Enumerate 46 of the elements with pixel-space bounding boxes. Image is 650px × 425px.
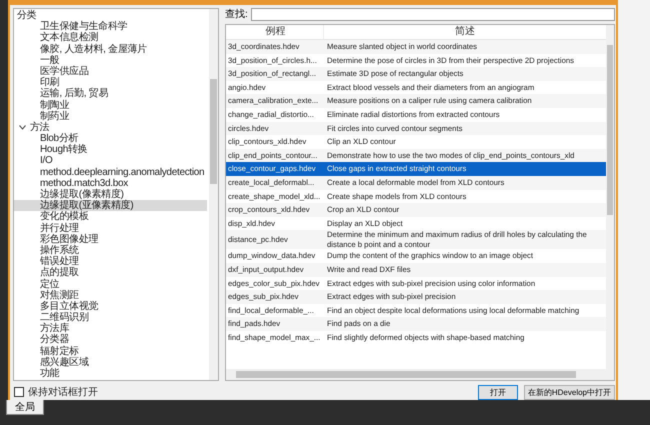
tree-item[interactable]: 对焦测距 [14,290,207,301]
tree-item[interactable]: 文本信息检测 [14,32,207,44]
chevron-icon[interactable] [19,124,26,131]
scrollbar[interactable] [606,25,614,369]
tree-item[interactable]: 卫生保健与生命科学 [14,21,207,32]
tab[interactable]: 全局 [6,400,44,415]
column-header[interactable]: 简述 [324,25,606,39]
search-field[interactable] [250,8,615,20]
tree-item[interactable]: Hough转换 [14,144,207,156]
tree-item[interactable]: 辐射定标 [14,346,207,357]
scrollbar[interactable] [226,369,614,380]
tree-item[interactable]: 制陶业 [14,100,207,111]
dialog-button[interactable]: 打开 [478,384,518,400]
tree-item[interactable]: method.deeplearning.anomalydetection [14,166,207,178]
tree-item[interactable]: method.match3d.box [14,178,207,189]
tree-item[interactable]: 多目立体视觉 [14,300,207,312]
tree-item[interactable]: 分类器 [14,334,207,346]
tree-item[interactable]: 错误处理 [14,256,207,268]
tree-item[interactable]: 彩色图像处理 [14,234,207,245]
tree-item[interactable]: 并行处理 [14,222,207,234]
tree-item[interactable]: 像胶, 人造材料, 金屋薄片 [14,44,207,55]
tree-item[interactable]: 制药业 [14,110,207,122]
tree-item[interactable]: 二维码识别 [14,312,207,324]
tree-item[interactable]: 一般 [14,54,207,66]
tree-item[interactable]: 运输, 后勤, 贸易 [14,88,207,100]
tree-item[interactable]: 变化的模板 [14,211,207,223]
checkbox-label: 保持对话框打开 [28,386,98,399]
tree-item[interactable]: 边缘提取(像素精度) [14,189,207,200]
checkbox[interactable] [14,387,24,397]
search-label: 查找: [225,8,248,21]
tree-item[interactable]: 印刷 [14,77,207,88]
tree-item[interactable]: I/O [14,155,207,167]
tree-item[interactable]: 方法库 [14,323,207,334]
tree-item[interactable]: 点的提取 [14,267,207,278]
tree-item[interactable]: 方法 [14,122,209,134]
tree-item[interactable]: 医学供应品 [14,66,207,78]
tree-item[interactable]: 边缘提取(亚像素精度) [14,200,207,212]
scrollbar[interactable] [209,9,218,380]
dialog-button[interactable]: 在新的HDevelop中打开 [524,384,615,400]
tree-item[interactable]: 定位 [14,278,207,290]
tree-item[interactable]: 功能 [14,368,207,380]
tree-item[interactable]: Blob分析 [14,133,207,144]
tree-item[interactable]: 操作系统 [14,244,207,256]
column-header[interactable]: 例程 [226,25,324,39]
tree-item[interactable]: 分类 [14,10,209,22]
tree-item[interactable]: 感兴趣区域 [14,356,207,368]
